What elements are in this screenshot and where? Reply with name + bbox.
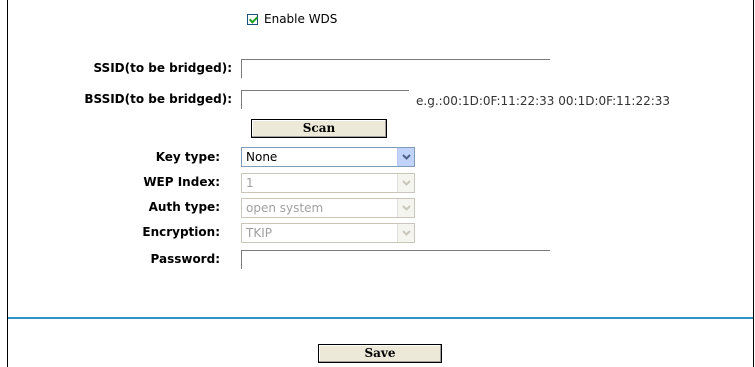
- wep-index-value: 1: [246, 176, 254, 190]
- ssid-label: SSID(to be bridged):: [93, 61, 232, 75]
- wep-index-label: WEP Index:: [143, 175, 220, 189]
- encryption-label: Encryption:: [142, 225, 220, 239]
- save-button[interactable]: Save: [318, 344, 442, 363]
- key-type-select[interactable]: None: [241, 147, 415, 167]
- chevron-down-icon: [397, 224, 414, 242]
- bssid-hint: e.g.:00:1D:0F:11:22:33 00:1D:0F:11:22:33: [416, 94, 671, 108]
- auth-type-value: open system: [246, 201, 324, 215]
- enable-wds-row[interactable]: Enable WDS: [247, 12, 337, 26]
- encryption-select: TKIP: [241, 223, 415, 243]
- section-divider: [8, 317, 753, 319]
- auth-type-label: Auth type:: [148, 200, 220, 214]
- chevron-down-icon[interactable]: [397, 148, 414, 166]
- encryption-value: TKIP: [246, 226, 272, 240]
- enable-wds-checkbox[interactable]: [247, 13, 258, 25]
- chevron-down-icon: [397, 199, 414, 217]
- password-label: Password:: [150, 252, 221, 266]
- scan-button[interactable]: Scan: [251, 119, 387, 138]
- ssid-input[interactable]: [241, 59, 550, 78]
- key-type-value: None: [246, 150, 278, 164]
- bssid-label: BSSID(to be bridged):: [84, 92, 232, 106]
- bssid-input[interactable]: [241, 90, 409, 109]
- enable-wds-label: Enable WDS: [264, 12, 338, 26]
- wep-index-select: 1: [241, 173, 415, 193]
- password-input[interactable]: [241, 250, 550, 269]
- auth-type-select: open system: [241, 198, 415, 218]
- chevron-down-icon: [397, 174, 414, 192]
- key-type-label: Key type:: [155, 150, 220, 164]
